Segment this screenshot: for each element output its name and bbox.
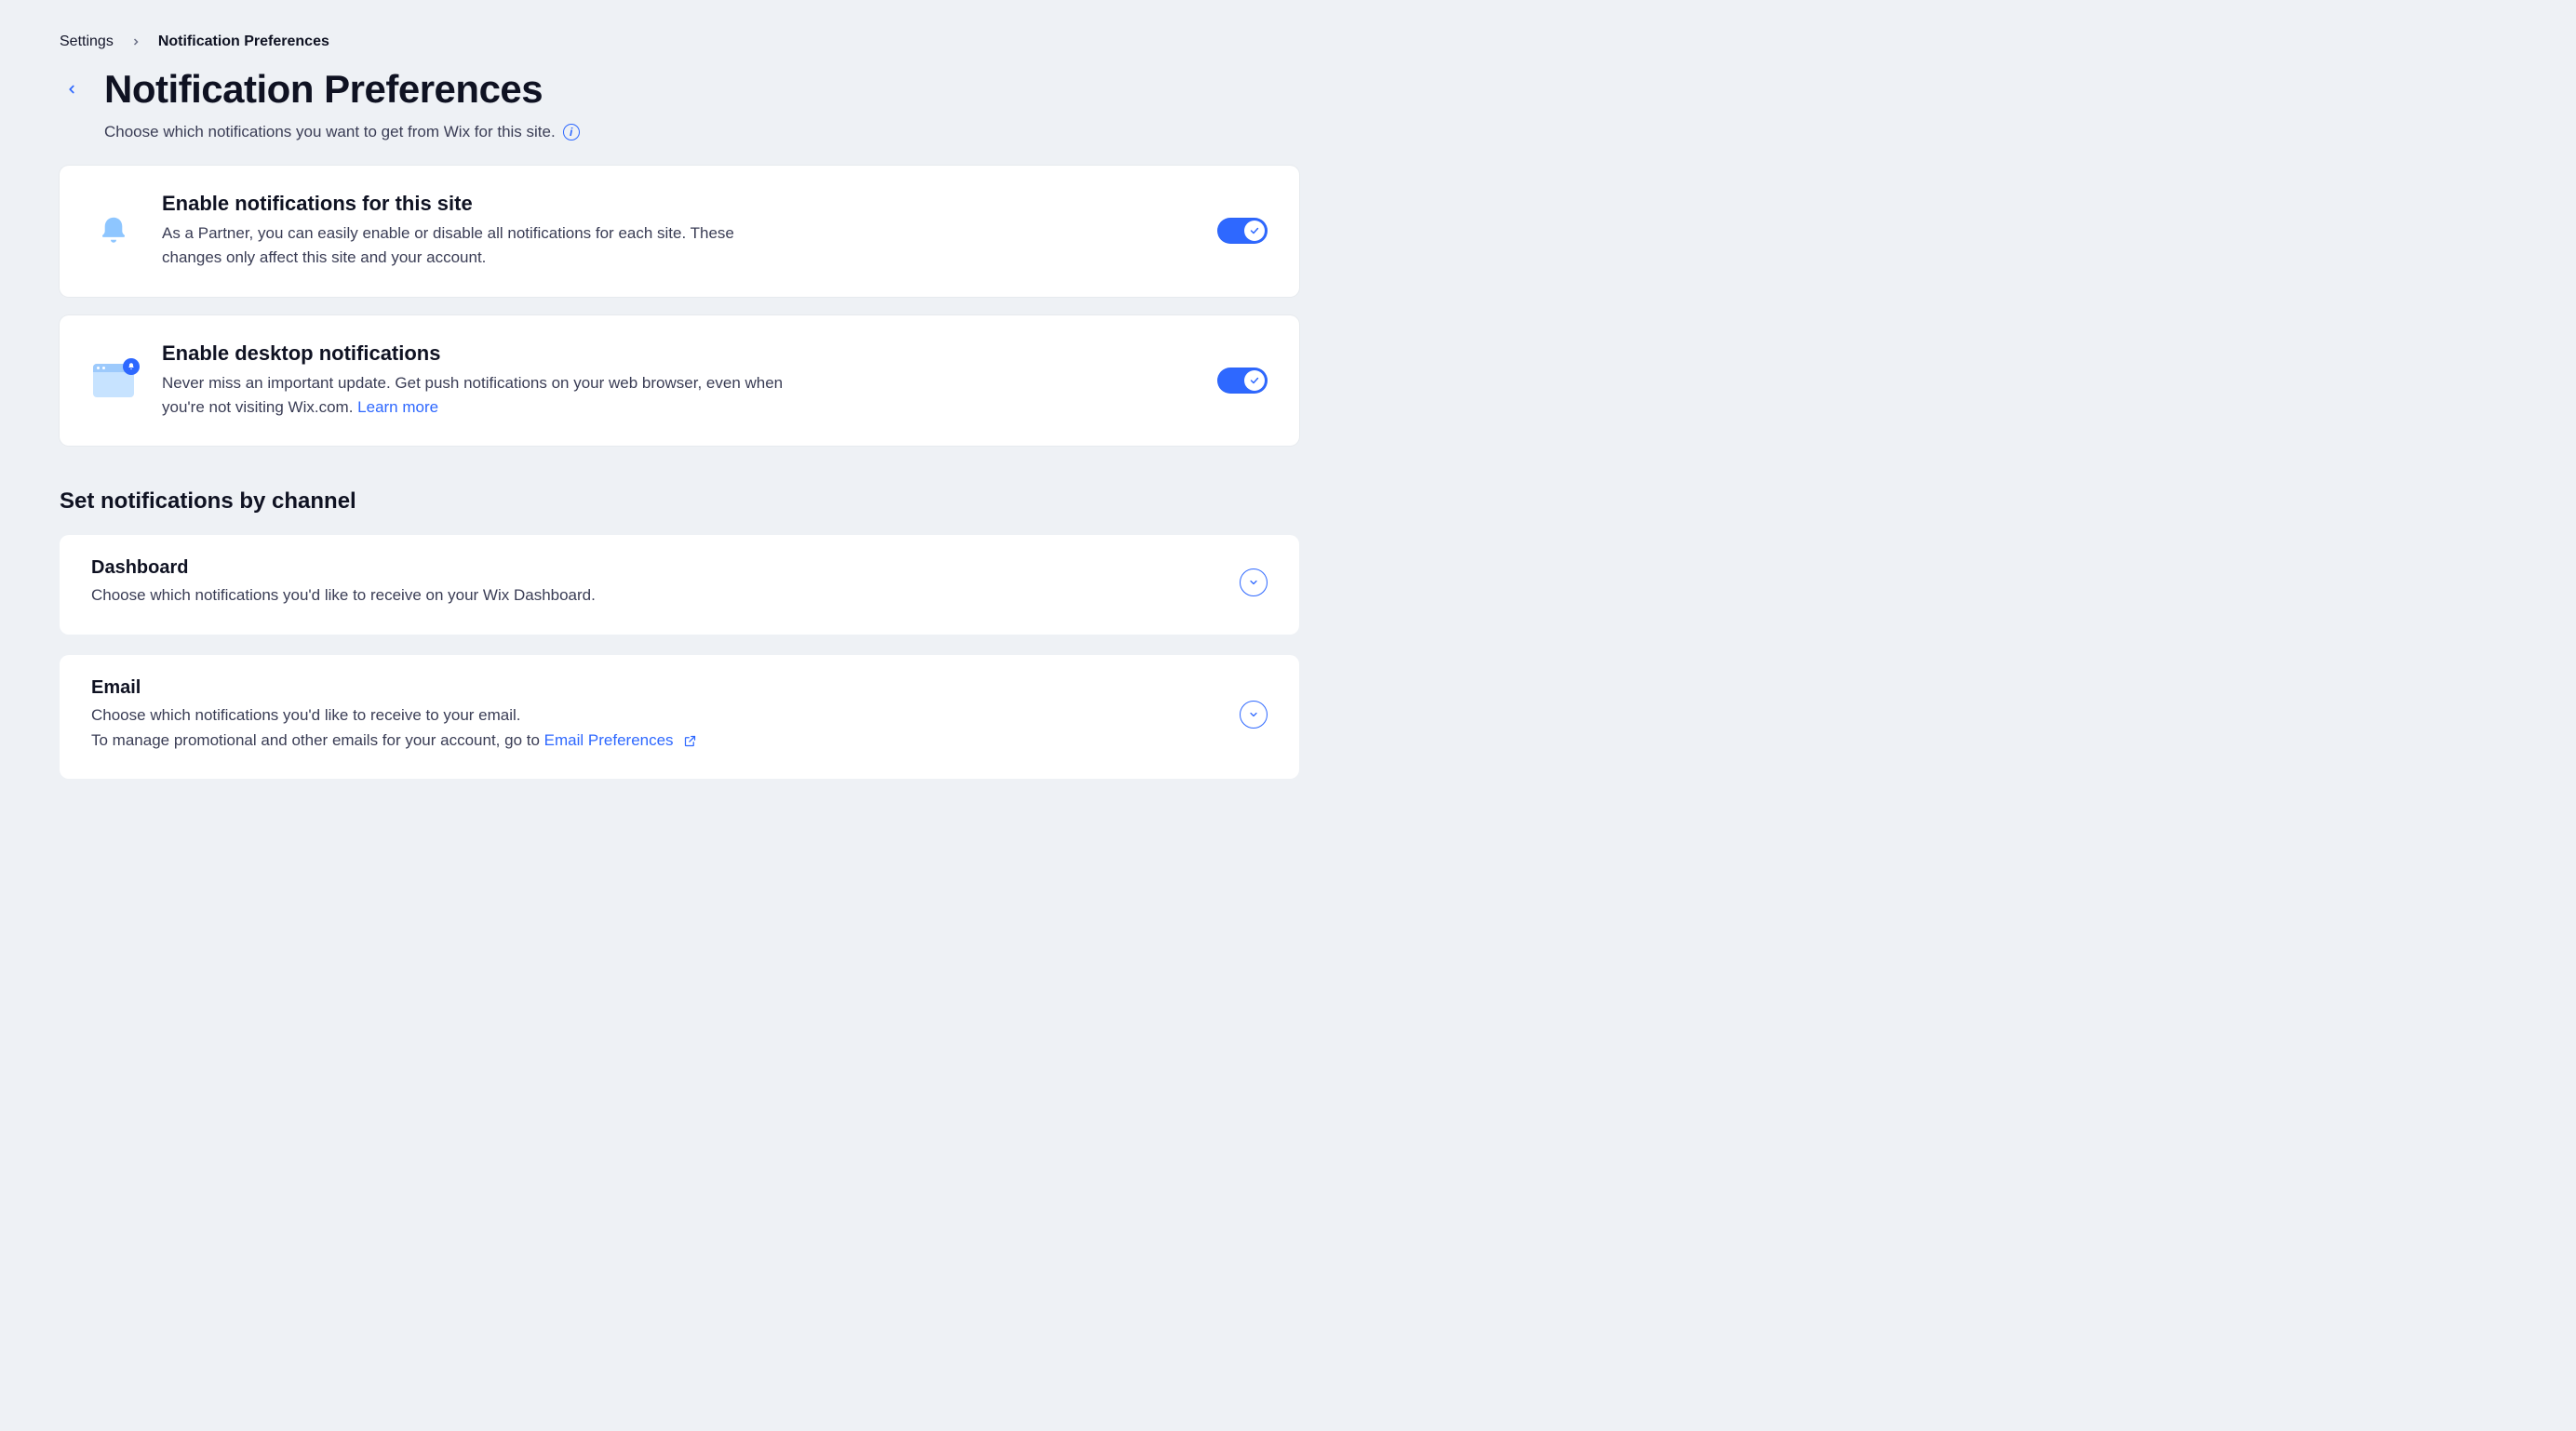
chevron-down-icon[interactable] (1240, 701, 1268, 729)
card-title: Enable desktop notifications (162, 341, 1191, 366)
channel-desc: Choose which notifications you'd like to… (91, 582, 1217, 608)
breadcrumb-settings[interactable]: Settings (60, 33, 114, 50)
check-icon (1244, 370, 1265, 391)
card-desktop-notifications: Enable desktop notifications Never miss … (60, 315, 1299, 447)
learn-more-link[interactable]: Learn more (357, 398, 438, 416)
info-icon[interactable]: i (563, 124, 580, 140)
external-link-icon (683, 734, 697, 748)
site-notifications-toggle[interactable] (1217, 218, 1268, 244)
bell-icon (91, 208, 136, 253)
card-title: Enable notifications for this site (162, 192, 1191, 216)
back-button[interactable] (60, 77, 84, 101)
card-site-notifications: Enable notifications for this site As a … (60, 166, 1299, 297)
card-desc: Never miss an important update. Get push… (162, 371, 795, 421)
channel-card-email[interactable]: Email Choose which notifications you'd l… (60, 655, 1299, 779)
page-subtitle: Choose which notifications you want to g… (104, 123, 556, 141)
page-title: Notification Preferences (104, 67, 543, 112)
check-icon (1244, 221, 1265, 241)
breadcrumb-current: Notification Preferences (158, 33, 329, 50)
channel-title: Email (91, 677, 1217, 699)
channel-desc: Choose which notifications you'd like to… (91, 702, 1217, 753)
email-preferences-link[interactable]: Email Preferences (544, 731, 674, 749)
desktop-notifications-toggle[interactable] (1217, 368, 1268, 394)
card-desc: As a Partner, you can easily enable or d… (162, 221, 795, 271)
channel-card-dashboard[interactable]: Dashboard Choose which notifications you… (60, 535, 1299, 634)
chevron-down-icon[interactable] (1240, 568, 1268, 596)
chevron-right-icon (130, 36, 141, 47)
breadcrumb: Settings Notification Preferences (60, 33, 1299, 50)
channel-title: Dashboard (91, 557, 1217, 579)
section-heading-channels: Set notifications by channel (60, 488, 1299, 515)
browser-notification-icon (91, 358, 136, 403)
